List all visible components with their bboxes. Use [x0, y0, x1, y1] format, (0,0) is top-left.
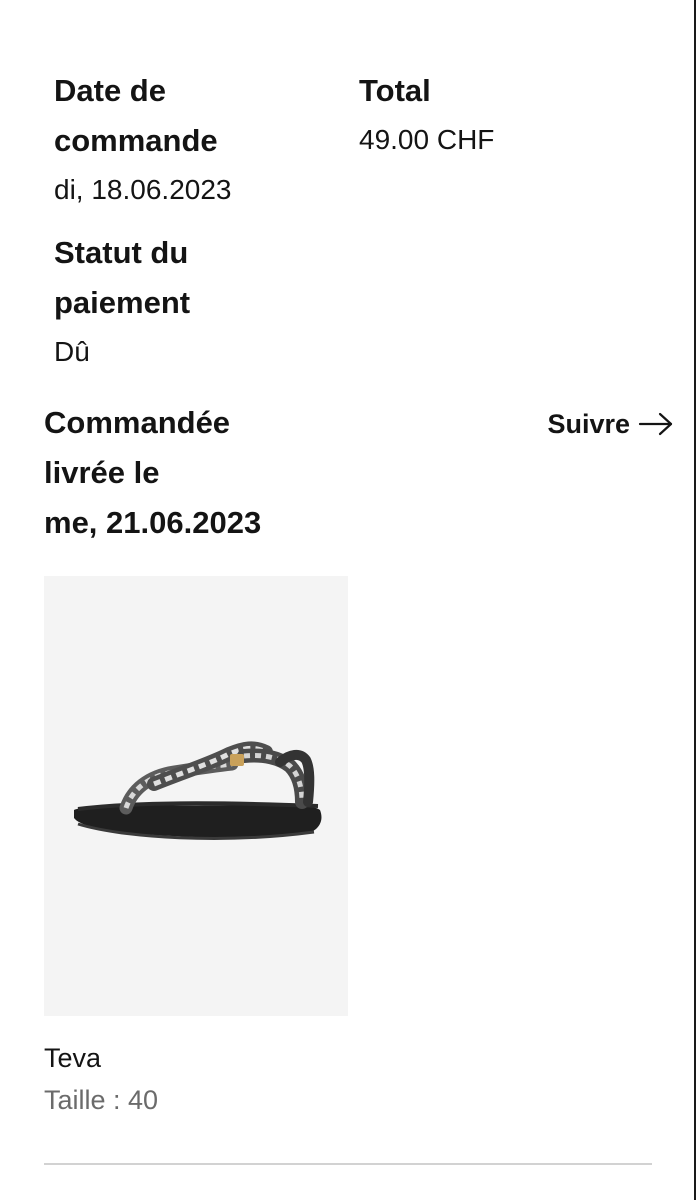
order-total-value: 49.00 CHF: [359, 124, 495, 155]
order-total-label: Total: [359, 73, 431, 108]
track-order-link[interactable]: Suivre: [547, 402, 674, 446]
order-date-value: di, 18.06.2023: [54, 174, 232, 205]
payment-status-block: Statut du paiement Dû: [54, 228, 334, 376]
product-size: Taille : 40: [44, 1085, 159, 1115]
delivery-date: me, 21.06.2023: [44, 505, 262, 540]
order-summary-left: Date de commande di, 18.06.2023 Statut d…: [54, 66, 334, 376]
order-total-block: Total 49.00 CHF: [359, 66, 639, 164]
delivery-title: Commandée livrée le me, 21.06.2023: [44, 398, 364, 548]
track-order-label: Suivre: [547, 409, 630, 439]
product-image[interactable]: [44, 576, 348, 1016]
payment-status-label: Statut du paiement: [54, 235, 191, 320]
delivery-title-line-1: Commandée: [44, 405, 231, 440]
payment-status-value: Dû: [54, 336, 90, 367]
sandal-image: [74, 741, 322, 840]
order-date-block: Date de commande di, 18.06.2023: [54, 66, 334, 214]
product-brand: Teva: [44, 1043, 102, 1073]
delivery-section: Commandée livrée le me, 21.06.2023 Suivr…: [44, 398, 674, 548]
order-summary-right: Total 49.00 CHF: [359, 66, 639, 164]
delivery-title-line-2: livrée le: [44, 455, 160, 490]
arrow-right-icon: [638, 412, 673, 436]
product-card: Teva Taille : 40: [44, 576, 348, 1120]
order-date-label: Date de commande: [54, 73, 218, 158]
section-divider: [44, 1163, 652, 1165]
